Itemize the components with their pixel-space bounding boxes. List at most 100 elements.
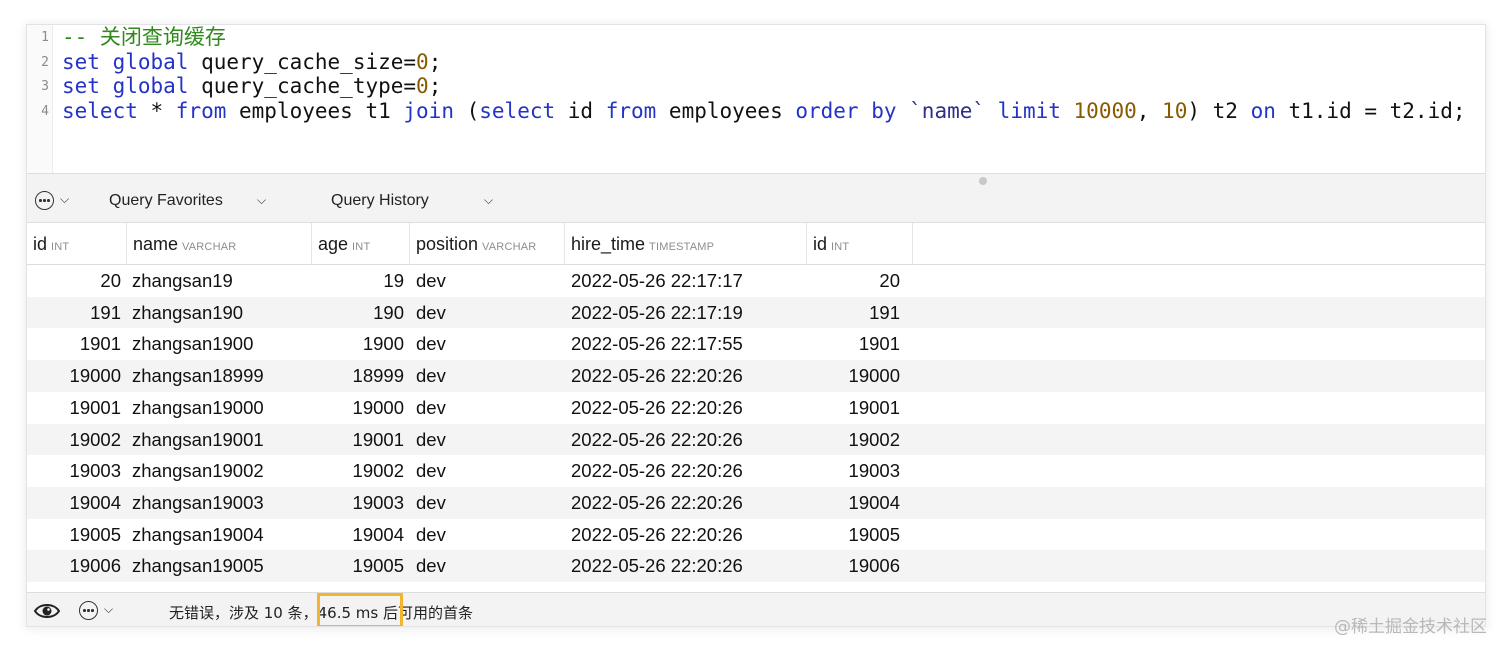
table-cell[interactable]: 19001 bbox=[807, 392, 900, 424]
table-cell[interactable]: 19001 bbox=[312, 424, 404, 456]
table-cell[interactable]: 191 bbox=[807, 297, 900, 329]
table-cell[interactable]: 2022-05-26 22:20:26 bbox=[571, 392, 801, 424]
toggle-results-button[interactable] bbox=[33, 601, 61, 621]
table-cell[interactable]: 18999 bbox=[312, 360, 404, 392]
resize-handle[interactable] bbox=[979, 177, 987, 185]
table-row[interactable]: 1901 zhangsan1900 1900 dev 2022-05-26 22:17:… bbox=[27, 328, 1485, 360]
column-header-age[interactable]: age INT bbox=[312, 223, 410, 265]
table-row[interactable]: 19005 zhangsan19004 19004 dev 2022-05-26 22:… bbox=[27, 519, 1485, 551]
table-cell[interactable]: 2022-05-26 22:20:26 bbox=[571, 519, 801, 551]
table-cell[interactable]: 2022-05-26 22:20:26 bbox=[571, 487, 801, 519]
column-header-name[interactable]: name VARCHAR bbox=[127, 223, 312, 265]
table-cell[interactable]: dev bbox=[416, 424, 556, 456]
table-cell[interactable]: 19003 bbox=[27, 455, 121, 487]
table-cell[interactable]: 19002 bbox=[312, 455, 404, 487]
table-cell[interactable]: zhangsan190 bbox=[132, 297, 312, 329]
sql-editor[interactable]: 1 -- 关闭查询缓存 2 set global query_cache_siz… bbox=[27, 25, 1485, 173]
table-row[interactable]: 19002 zhangsan19001 19001 dev 2022-05-26 22:… bbox=[27, 423, 1485, 456]
table-cell[interactable]: dev bbox=[416, 328, 556, 360]
sql-text: ( bbox=[453, 99, 480, 123]
editor-line-2[interactable]: 2 set global query_cache_size=0; bbox=[27, 50, 1485, 74]
table-cell[interactable]: 19000 bbox=[807, 360, 900, 392]
table-cell[interactable]: 19006 bbox=[807, 550, 900, 582]
table-cell[interactable]: 2022-05-26 22:17:17 bbox=[571, 265, 801, 297]
table-cell[interactable]: 19005 bbox=[312, 550, 404, 582]
table-cell[interactable]: 19006 bbox=[27, 550, 121, 582]
status-more-button[interactable]: ⌵ bbox=[79, 601, 119, 621]
table-cell[interactable]: zhangsan19005 bbox=[132, 550, 312, 582]
table-row[interactable]: 19003 zhangsan19002 19002 dev 2022-05-26 22:… bbox=[27, 455, 1485, 487]
table-row[interactable]: 19000 zhangsan18999 18999 dev 2022-05-26 22:… bbox=[27, 360, 1485, 392]
table-cell[interactable]: 2022-05-26 22:20:26 bbox=[571, 360, 801, 392]
sql-keyword: set bbox=[62, 74, 100, 98]
column-header-id-2[interactable]: id INT bbox=[807, 223, 913, 265]
table-cell[interactable]: zhangsan19002 bbox=[132, 455, 312, 487]
table-cell[interactable]: 2022-05-26 22:20:26 bbox=[571, 455, 801, 487]
table-cell[interactable]: 191 bbox=[27, 297, 121, 329]
editor-line-1[interactable]: 1 -- 关闭查询缓存 bbox=[27, 25, 1485, 49]
table-cell[interactable]: zhangsan19000 bbox=[132, 392, 312, 424]
table-cell[interactable]: dev bbox=[416, 360, 556, 392]
sql-keyword: from bbox=[175, 99, 227, 123]
column-header-hire-time[interactable]: hire_time TIMESTAMP bbox=[565, 223, 807, 265]
table-cell[interactable]: 19003 bbox=[807, 455, 900, 487]
table-cell[interactable]: dev bbox=[416, 550, 556, 582]
table-cell[interactable]: 2022-05-26 22:17:19 bbox=[571, 297, 801, 329]
sql-keyword: join bbox=[403, 99, 454, 123]
table-cell[interactable]: 2022-05-26 22:20:26 bbox=[571, 550, 801, 582]
sql-keyword: select bbox=[479, 99, 556, 123]
table-cell[interactable]: dev bbox=[416, 519, 556, 551]
table-cell[interactable]: dev bbox=[416, 392, 556, 424]
table-row[interactable]: 19004 zhangsan19003 19003 dev 2022-05-26 22:… bbox=[27, 486, 1485, 519]
table-cell[interactable]: 19001 bbox=[27, 392, 121, 424]
sql-number: 10 bbox=[1162, 99, 1188, 123]
table-cell[interactable]: 1901 bbox=[807, 328, 900, 360]
sql-text: employees t1 bbox=[226, 99, 404, 123]
grid-header: id INT name VARCHAR age INT position VARCHAR… bbox=[27, 223, 1485, 265]
editor-line-4[interactable]: 4 select * from employees t1 join (selec… bbox=[27, 99, 1485, 123]
table-cell[interactable]: 2022-05-26 22:20:26 bbox=[571, 424, 801, 456]
table-cell[interactable]: 19004 bbox=[807, 487, 900, 519]
table-cell[interactable]: 20 bbox=[27, 265, 121, 297]
table-cell[interactable]: zhangsan19 bbox=[132, 265, 312, 297]
column-header-position[interactable]: position VARCHAR bbox=[410, 223, 565, 265]
table-cell[interactable]: zhangsan19004 bbox=[132, 519, 312, 551]
more-actions-button[interactable]: ⌵ bbox=[35, 191, 75, 211]
line-number: 4 bbox=[41, 104, 49, 119]
editor-line-3[interactable]: 3 set global query_cache_type=0; bbox=[27, 74, 1485, 98]
sql-comment: -- 关闭查询缓存 bbox=[62, 25, 226, 49]
table-cell[interactable]: zhangsan18999 bbox=[132, 360, 312, 392]
table-row[interactable]: 191 zhangsan190 190 dev 2022-05-26 22:17:19 1… bbox=[27, 296, 1485, 329]
sql-text: query_cache_type= bbox=[188, 74, 417, 98]
chevron-down-icon: ⌵ bbox=[257, 193, 267, 207]
table-row[interactable]: 19006 zhangsan19005 19005 dev 2022-05-26 22:… bbox=[27, 550, 1485, 582]
table-cell[interactable]: dev bbox=[416, 265, 556, 297]
table-cell[interactable]: 1901 bbox=[27, 328, 121, 360]
table-cell[interactable]: zhangsan19001 bbox=[132, 424, 312, 456]
table-cell[interactable]: 19003 bbox=[312, 487, 404, 519]
table-cell[interactable]: 19002 bbox=[807, 424, 900, 456]
table-cell[interactable]: 19 bbox=[312, 265, 404, 297]
table-row[interactable]: 19001 zhangsan19000 19000 dev 2022-05-26 22:… bbox=[27, 392, 1485, 424]
column-header-id[interactable]: id INT bbox=[27, 223, 127, 265]
table-cell[interactable]: dev bbox=[416, 297, 556, 329]
result-grid[interactable]: id INT name VARCHAR age INT position VARCHAR… bbox=[27, 223, 1485, 592]
table-cell[interactable]: 190 bbox=[312, 297, 404, 329]
table-cell[interactable]: 19005 bbox=[807, 519, 900, 551]
table-cell[interactable]: 1900 bbox=[312, 328, 404, 360]
table-cell[interactable]: 19004 bbox=[312, 519, 404, 551]
table-cell[interactable]: 19002 bbox=[27, 424, 121, 456]
table-cell[interactable]: zhangsan19003 bbox=[132, 487, 312, 519]
table-cell[interactable]: 2022-05-26 22:17:55 bbox=[571, 328, 801, 360]
table-cell[interactable]: dev bbox=[416, 487, 556, 519]
sql-number: 10000 bbox=[1060, 99, 1137, 123]
sql-keyword: global bbox=[112, 50, 189, 74]
table-cell[interactable]: zhangsan1900 bbox=[132, 328, 312, 360]
table-cell[interactable]: 19005 bbox=[27, 519, 121, 551]
table-row[interactable]: 20 zhangsan19 19 dev 2022-05-26 22:17:17 20 bbox=[27, 265, 1485, 297]
table-cell[interactable]: 19000 bbox=[312, 392, 404, 424]
table-cell[interactable]: dev bbox=[416, 455, 556, 487]
table-cell[interactable]: 20 bbox=[807, 265, 900, 297]
table-cell[interactable]: 19000 bbox=[27, 360, 121, 392]
table-cell[interactable]: 19004 bbox=[27, 487, 121, 519]
